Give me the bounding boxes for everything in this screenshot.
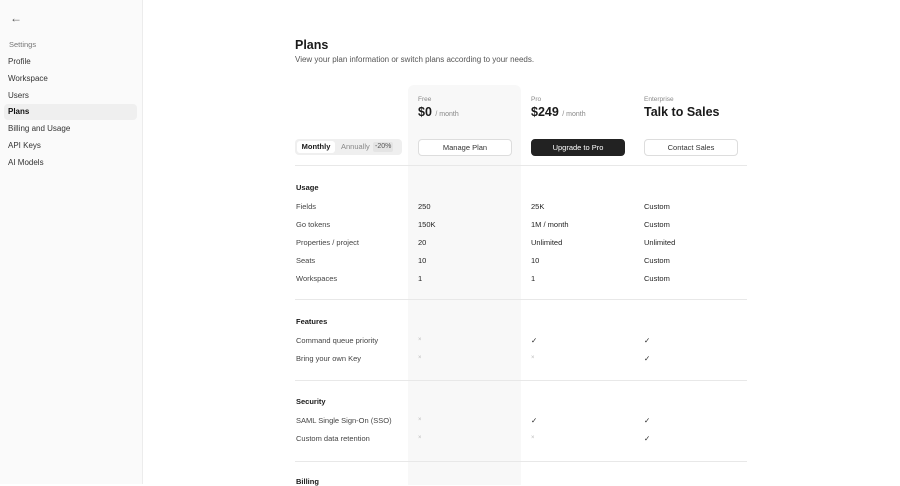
divider xyxy=(295,461,747,462)
check-icon: ✓ xyxy=(644,354,651,363)
cell-value: 20 xyxy=(418,238,427,247)
section-heading: Features xyxy=(296,317,328,326)
cell-value: 1 xyxy=(418,274,423,283)
plan-enterprise-button[interactable]: Contact Sales xyxy=(644,139,738,156)
page-title: Plans xyxy=(295,38,329,52)
page-subtitle: View your plan information or switch pla… xyxy=(295,55,535,64)
cross-icon: × xyxy=(418,337,422,343)
cross-icon: × xyxy=(531,435,535,441)
plan-name: Pro xyxy=(531,96,542,103)
price-value: Talk to Sales xyxy=(644,105,720,119)
row-label: Properties / project xyxy=(296,238,359,247)
cell-value: 10 xyxy=(531,256,540,265)
sidebar-item-billing-and-usage[interactable]: Billing and Usage xyxy=(4,121,137,137)
plan-price: Talk to Sales xyxy=(644,105,720,119)
plan-free-button[interactable]: Manage Plan xyxy=(418,139,512,156)
cross-icon: × xyxy=(418,417,422,423)
cell-value: Custom xyxy=(644,256,670,265)
plan-price: $0 / month xyxy=(418,105,459,119)
sidebar-item-users[interactable]: Users xyxy=(4,88,137,104)
cell-value: Custom xyxy=(644,202,670,211)
plan-free-header: Free $0 / month xyxy=(418,96,459,119)
cross-icon: × xyxy=(531,355,535,361)
monthly-option[interactable]: Monthly xyxy=(297,141,335,153)
section-heading: Security xyxy=(296,397,326,406)
price-value: $249 xyxy=(531,105,559,119)
settings-section-label: Settings xyxy=(9,40,37,49)
cell-value: 25K xyxy=(531,202,545,211)
main-content: Plans View your plan information or swit… xyxy=(143,0,900,486)
check-icon: ✓ xyxy=(644,336,651,345)
check-icon: ✓ xyxy=(531,336,538,345)
sidebar-item-workspace[interactable]: Workspace xyxy=(4,71,137,87)
row-label: SAML Single Sign-On (SSO) xyxy=(296,416,392,425)
plan-price: $249 / month xyxy=(531,105,586,119)
plan-name: Free xyxy=(418,96,432,103)
row-label: Custom data retention xyxy=(296,434,370,443)
cell-value: 150K xyxy=(418,220,436,229)
plan-pro-header: Pro $249 / month xyxy=(531,96,586,119)
cell-value: 10 xyxy=(418,256,427,265)
section-heading: Usage xyxy=(296,183,319,192)
divider xyxy=(295,299,747,300)
section-heading: Billing xyxy=(296,477,319,486)
cell-value: 250 xyxy=(418,202,431,211)
plan-pro-button[interactable]: Upgrade to Pro xyxy=(531,139,625,156)
cross-icon: × xyxy=(418,355,422,361)
plan-name: Enterprise xyxy=(644,96,674,103)
arrow-left-icon[interactable]: ← xyxy=(10,11,22,25)
cell-value: 1M / month xyxy=(531,220,569,229)
price-period: / month xyxy=(435,111,459,118)
row-label: Workspaces xyxy=(296,274,338,283)
row-label: Fields xyxy=(296,202,317,211)
row-label: Go tokens xyxy=(296,220,331,229)
check-icon: ✓ xyxy=(644,434,651,443)
cell-value: Custom xyxy=(644,220,670,229)
row-label: Seats xyxy=(296,256,316,265)
row-label: Command queue priority xyxy=(296,336,379,345)
cell-value: Custom xyxy=(644,274,670,283)
cell-value: Unlimited xyxy=(644,238,676,247)
divider xyxy=(295,165,747,166)
check-icon: ✓ xyxy=(644,416,651,425)
divider xyxy=(295,380,747,381)
sidebar-item-profile[interactable]: Profile xyxy=(4,54,137,70)
plan-enterprise-header: Enterprise Talk to Sales xyxy=(644,96,720,119)
cross-icon: × xyxy=(418,435,422,441)
cell-value: 1 xyxy=(531,274,536,283)
sidebar-item-ai-models[interactable]: AI Models xyxy=(4,155,137,171)
price-value: $0 xyxy=(418,105,432,119)
cell-value: Unlimited xyxy=(531,238,563,247)
price-period: / month xyxy=(562,111,586,118)
annually-option[interactable]: Annually xyxy=(341,139,370,155)
sidebar-item-api-keys[interactable]: API Keys xyxy=(4,138,137,154)
sidebar-item-plans[interactable]: Plans xyxy=(4,104,137,121)
sidebar: ← Settings Profile Workspace Users Plans Bil… xyxy=(0,0,143,484)
check-icon: ✓ xyxy=(531,416,538,425)
discount-badge: -20% xyxy=(373,142,394,152)
row-label: Bring your own Key xyxy=(296,354,362,363)
billing-period-toggle[interactable]: Monthly Annually -20% xyxy=(295,139,402,155)
